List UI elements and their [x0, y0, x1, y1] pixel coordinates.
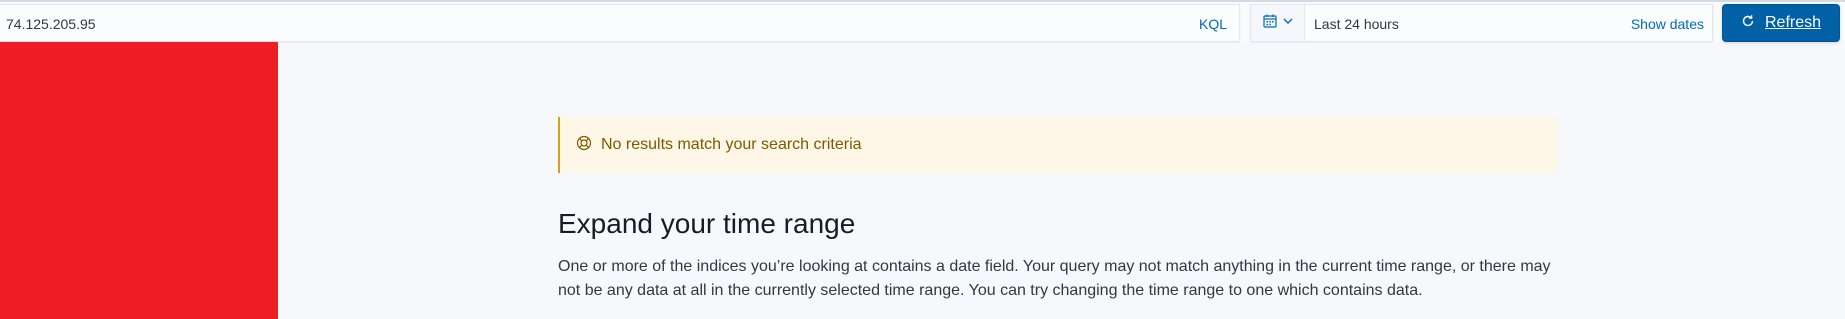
sidebar-panel	[0, 42, 278, 319]
top-query-bar: 74.125.205.95 KQL Last 24 hours Show dat…	[0, 0, 1845, 42]
help-icon	[576, 135, 592, 156]
search-query-text[interactable]: 74.125.205.95	[6, 16, 96, 32]
chevron-down-icon	[1282, 14, 1294, 32]
refresh-button-label: Refresh	[1764, 14, 1822, 31]
page-heading: Expand your time range	[558, 208, 856, 239]
search-input[interactable]: 74.125.205.95 KQL	[0, 4, 1240, 42]
show-dates-link[interactable]: Show dates	[1631, 16, 1704, 32]
no-results-callout: No results match your search criteria	[558, 117, 1558, 173]
refresh-icon	[1741, 14, 1755, 33]
calendar-icon	[1262, 13, 1278, 34]
refresh-button[interactable]: Refresh	[1722, 4, 1840, 42]
description-text: One or more of the indices you’re lookin…	[558, 258, 1551, 299]
quick-select-button[interactable]	[1251, 5, 1305, 41]
query-language-button[interactable]: KQL	[1199, 16, 1227, 32]
date-picker: Last 24 hours Show dates	[1250, 4, 1713, 42]
callout-text: No results match your search criteria	[601, 136, 862, 153]
date-range-label[interactable]: Last 24 hours	[1314, 16, 1399, 32]
